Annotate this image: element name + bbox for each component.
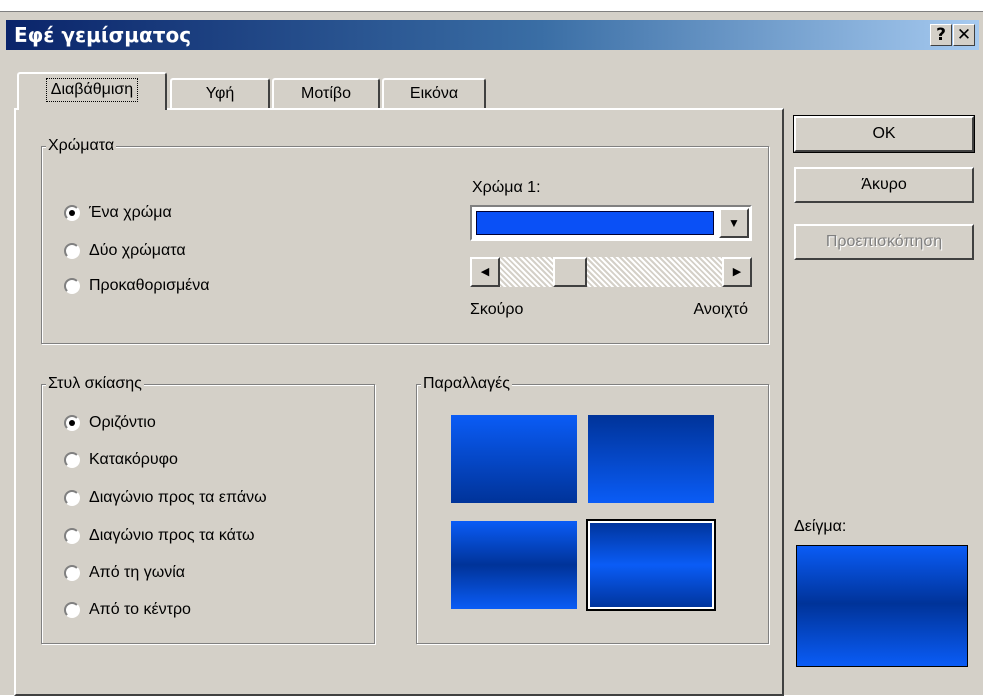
radio-diagonal-up[interactable]: Διαγώνιο προς τα επάνω [64,486,267,510]
scroll-left-icon[interactable]: ◀ [470,257,500,287]
radio-from-corner-label: Από τη γωνία [89,564,186,581]
variants-group-legend: Παραλλαγές [421,373,513,395]
ok-button[interactable]: ΟΚ [793,115,975,153]
cancel-button[interactable]: Άκυρο [794,167,974,203]
colors-group: Χρώματα Ένα χρώμα Δύο χρώματα Προκαθορισ… [41,135,769,344]
gradient-tab-panel: Χρώματα Ένα χρώμα Δύο χρώματα Προκαθορισ… [14,108,784,696]
radio-diagonal-up-label: Διαγώνιο προς τα επάνω [89,489,267,506]
tab-gradient-label: Διαβάθμιση [45,78,139,102]
sample-label: Δείγμα: [794,518,847,535]
tab-picture[interactable]: Εικόνα [382,78,486,108]
help-button[interactable]: ? [930,24,952,46]
radio-horizontal-button[interactable] [64,415,80,431]
sample-preview [796,545,968,667]
variants-group: Παραλλαγές [416,373,769,644]
variant-2[interactable] [586,413,716,505]
tab-pattern[interactable]: Μοτίβο [272,78,380,108]
radio-from-corner[interactable]: Από τη γωνία [64,561,185,585]
radio-diagonal-up-button[interactable] [64,490,80,506]
title-bar: Εφέ γεμίσματος ? ✕ [6,20,979,50]
radio-from-center-button[interactable] [64,602,80,618]
variant-1[interactable] [449,413,579,505]
shade-slider[interactable]: ◀ ▶ [470,257,752,287]
tab-texture[interactable]: Υφή [170,78,270,108]
dark-label: Σκούρο [470,301,524,318]
radio-from-corner-button[interactable] [64,565,80,581]
radio-one-color[interactable]: Ένα χρώμα [64,201,172,225]
tab-gradient[interactable]: Διαβάθμιση [17,72,167,110]
color1-label: Χρώμα 1: [472,179,541,196]
tab-pattern-label: Μοτίβο [301,85,351,102]
shading-styles-legend: Στυλ σκίασης [46,373,144,395]
radio-two-colors[interactable]: Δύο χρώματα [64,239,186,263]
scroll-right-icon[interactable]: ▶ [722,257,752,287]
radio-diagonal-down[interactable]: Διαγώνιο προς τα κάτω [64,524,255,548]
radio-vertical[interactable]: Κατακόρυφο [64,448,178,472]
fill-effects-dialog: Εφέ γεμίσματος ? ✕ Διαβάθμιση Υφή Μοτίβο… [0,11,983,696]
radio-diagonal-down-label: Διαγώνιο προς τα κάτω [89,527,255,544]
radio-two-colors-label: Δύο χρώματα [89,242,186,259]
radio-preset[interactable]: Προκαθορισμένα [64,274,210,298]
radio-two-colors-button[interactable] [64,243,80,259]
radio-one-color-button[interactable] [64,205,80,221]
tab-texture-label: Υφή [205,85,235,102]
tab-picture-label: Εικόνα [409,85,459,102]
shade-slider-thumb[interactable] [552,257,587,287]
radio-diagonal-down-button[interactable] [64,528,80,544]
radio-one-color-label: Ένα χρώμα [89,204,172,221]
window-title: Εφέ γεμίσματος [14,23,192,47]
radio-horizontal[interactable]: Οριζόντιο [64,411,156,435]
preview-button[interactable]: Προεπισκόπηση [794,224,974,260]
shading-styles-group: Στυλ σκίασης Οριζόντιο Κατακόρυφο Διαγών… [41,373,375,644]
close-button[interactable]: ✕ [953,24,975,46]
radio-horizontal-label: Οριζόντιο [89,414,156,431]
light-label: Ανοιχτό [693,301,748,318]
radio-vertical-label: Κατακόρυφο [89,451,178,468]
radio-preset-button[interactable] [64,278,80,294]
variant-4[interactable] [586,519,716,611]
variant-3[interactable] [449,519,579,611]
color1-dropdown[interactable]: ▼ [470,205,752,241]
radio-vertical-button[interactable] [64,452,80,468]
color1-swatch [476,211,714,235]
radio-preset-label: Προκαθορισμένα [89,277,210,294]
radio-from-center[interactable]: Από το κέντρο [64,598,191,622]
colors-group-legend: Χρώματα [46,135,117,157]
radio-from-center-label: Από το κέντρο [89,601,191,618]
chevron-down-icon[interactable]: ▼ [719,208,749,238]
